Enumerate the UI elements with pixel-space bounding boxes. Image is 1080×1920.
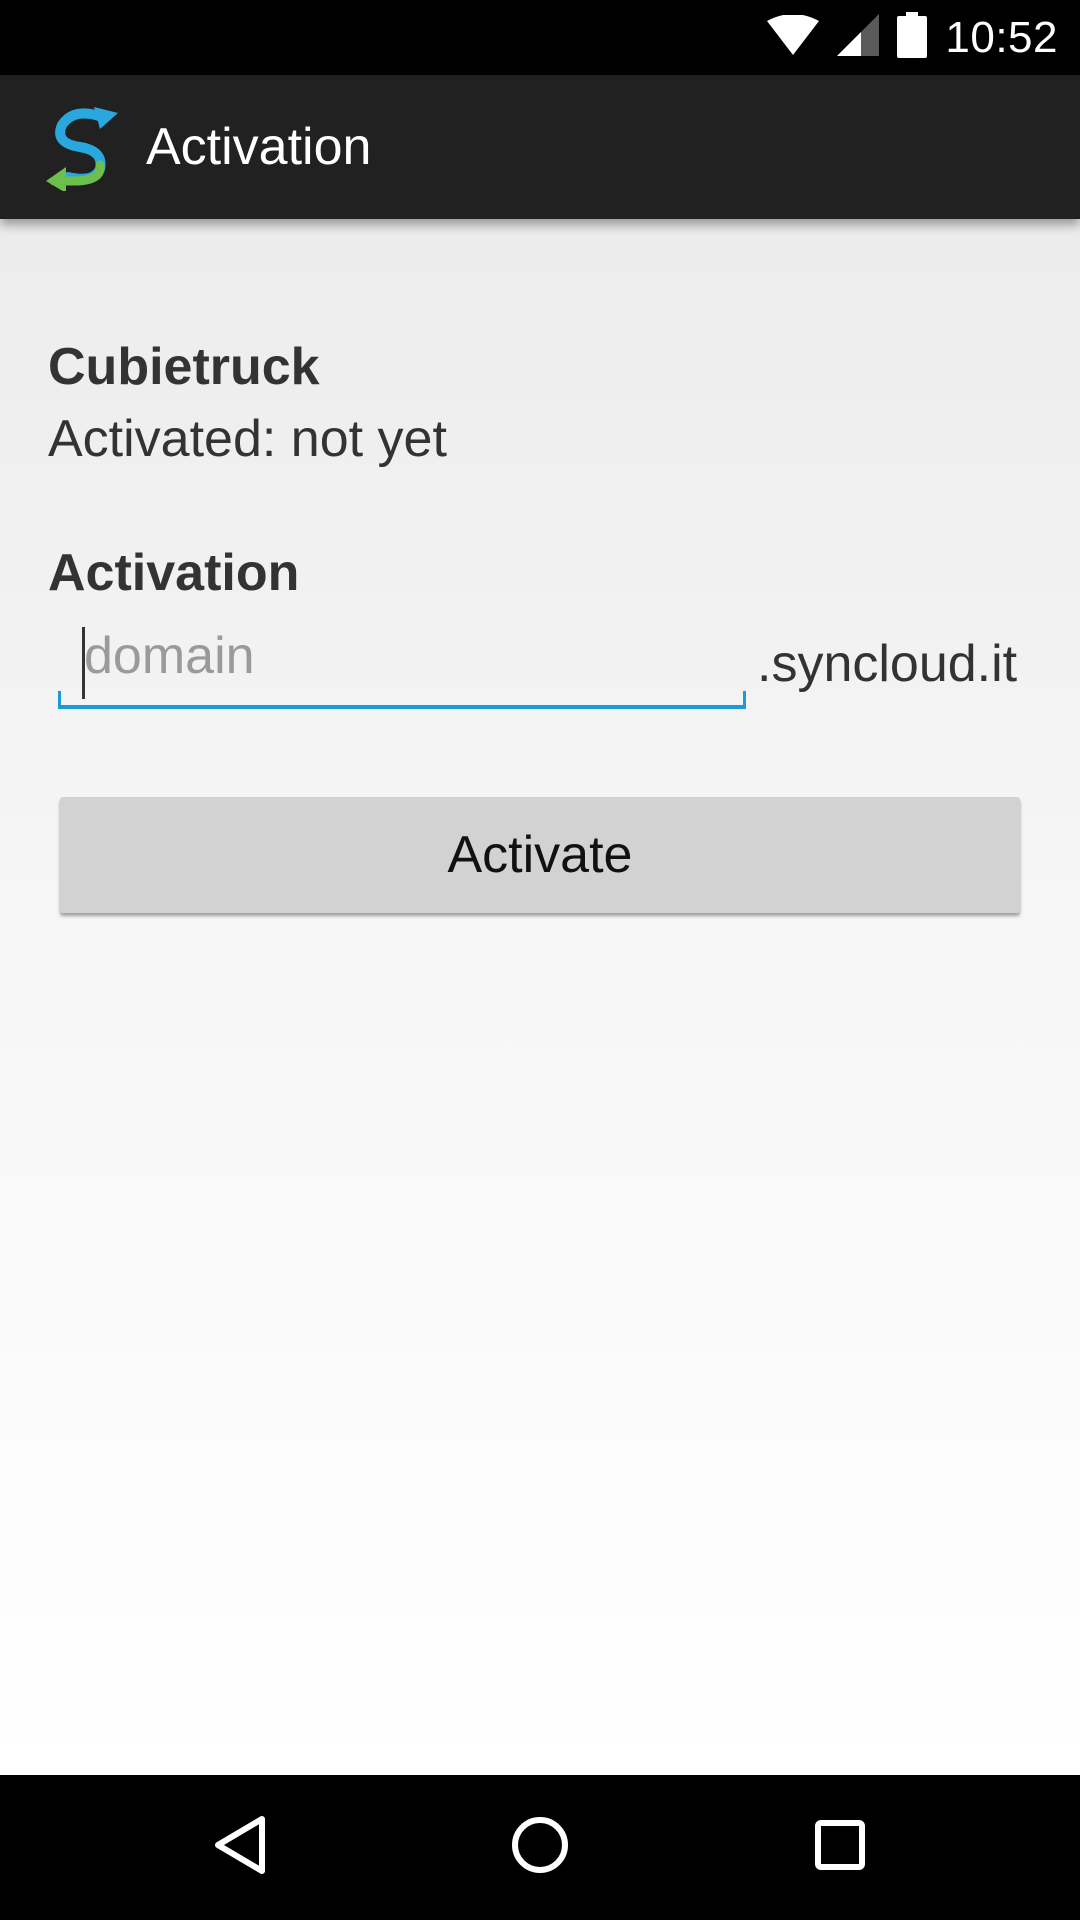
back-button[interactable] — [170, 1775, 310, 1920]
domain-field[interactable] — [58, 619, 746, 709]
syncloud-logo-icon — [44, 103, 126, 193]
domain-input-underline — [58, 691, 746, 709]
navigation-bar — [0, 1775, 1080, 1920]
battery-icon — [897, 12, 928, 63]
back-icon — [212, 1815, 268, 1880]
cell-signal-icon — [837, 14, 880, 61]
content-area: Cubietruck Activated: not yet Activation… — [0, 219, 1080, 1775]
domain-input[interactable] — [84, 619, 734, 693]
status-bar: 10:52 — [0, 0, 1080, 75]
status-time: 10:52 — [945, 12, 1058, 62]
domain-suffix: .syncloud.it — [757, 635, 1018, 693]
activate-button[interactable]: Activate — [60, 797, 1020, 913]
recents-icon — [815, 1820, 865, 1875]
wifi-icon — [767, 14, 820, 60]
activation-status: Activated: not yet — [48, 410, 447, 468]
activation-section-title: Activation — [48, 544, 300, 602]
home-button[interactable] — [470, 1775, 610, 1920]
status-icons: 10:52 — [767, 0, 1058, 75]
app-bar: Activation — [0, 75, 1080, 219]
home-icon — [511, 1816, 569, 1879]
app-title: Activation — [146, 118, 372, 176]
recents-button[interactable] — [770, 1775, 910, 1920]
text-cursor — [82, 627, 85, 699]
device-name: Cubietruck — [48, 338, 320, 396]
